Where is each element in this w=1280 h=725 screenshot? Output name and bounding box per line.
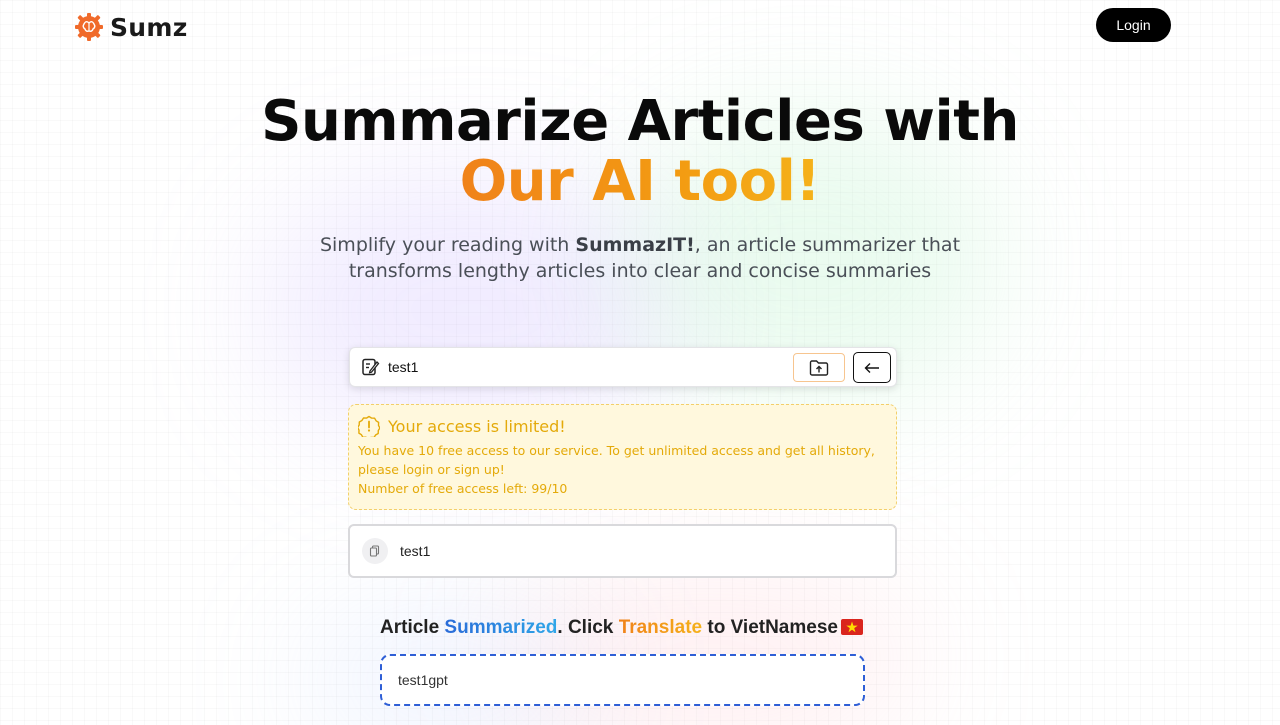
result-heading-summarized: Summarized — [444, 617, 558, 638]
hero-subtitle: Simplify your reading with SummazIT!, an… — [300, 232, 980, 284]
brain-gear-icon — [75, 13, 103, 41]
header: Sumz Login — [0, 0, 1280, 56]
brand-name: Sumz — [110, 12, 188, 42]
url-input[interactable] — [388, 356, 778, 378]
summary-box: test1gpt — [380, 654, 865, 706]
folder-upload-icon — [809, 359, 829, 376]
copy-icon — [369, 545, 380, 557]
login-button[interactable]: Login — [1096, 8, 1171, 42]
alert-icon — [358, 415, 380, 437]
hero-title-line1: Summarize Articles with — [261, 89, 1019, 154]
result-heading: Article Summarized. Click Translate to V… — [380, 617, 900, 639]
warning-header: Your access is limited! — [358, 415, 887, 437]
logo[interactable]: Sumz — [74, 12, 188, 42]
history-item[interactable]: test1 — [348, 524, 897, 578]
copy-button[interactable] — [362, 538, 388, 564]
translate-link[interactable]: Translate — [619, 617, 702, 638]
star-icon — [846, 621, 858, 633]
hero-subtitle-prefix: Simplify your reading with — [319, 234, 576, 256]
hero-title-line2: Our AI tool! — [459, 149, 821, 214]
result-heading-part: Article — [380, 617, 445, 638]
warning-line1: You have 10 free access to our service. … — [358, 443, 875, 477]
submit-button[interactable] — [853, 352, 891, 383]
result-heading-part: . Click — [557, 617, 619, 638]
hero-subtitle-brand: SummazIT! — [575, 234, 695, 256]
summary-text: test1gpt — [398, 672, 448, 688]
warning-title: Your access is limited! — [388, 416, 566, 436]
access-warning: Your access is limited! You have 10 free… — [348, 404, 897, 510]
upload-button[interactable] — [793, 353, 845, 382]
link-icon — [362, 358, 380, 376]
vietnam-flag-icon[interactable] — [840, 619, 863, 635]
hero-title: Summarize Articles with Our AI tool! — [0, 92, 1280, 212]
arrow-left-icon — [864, 362, 879, 373]
warning-message: You have 10 free access to our service. … — [358, 441, 887, 498]
warning-line2: Number of free access left: 99/10 — [358, 481, 568, 496]
result-heading-part: to VietNamese — [702, 617, 838, 638]
history-item-text: test1 — [400, 543, 431, 559]
url-form — [349, 347, 897, 387]
